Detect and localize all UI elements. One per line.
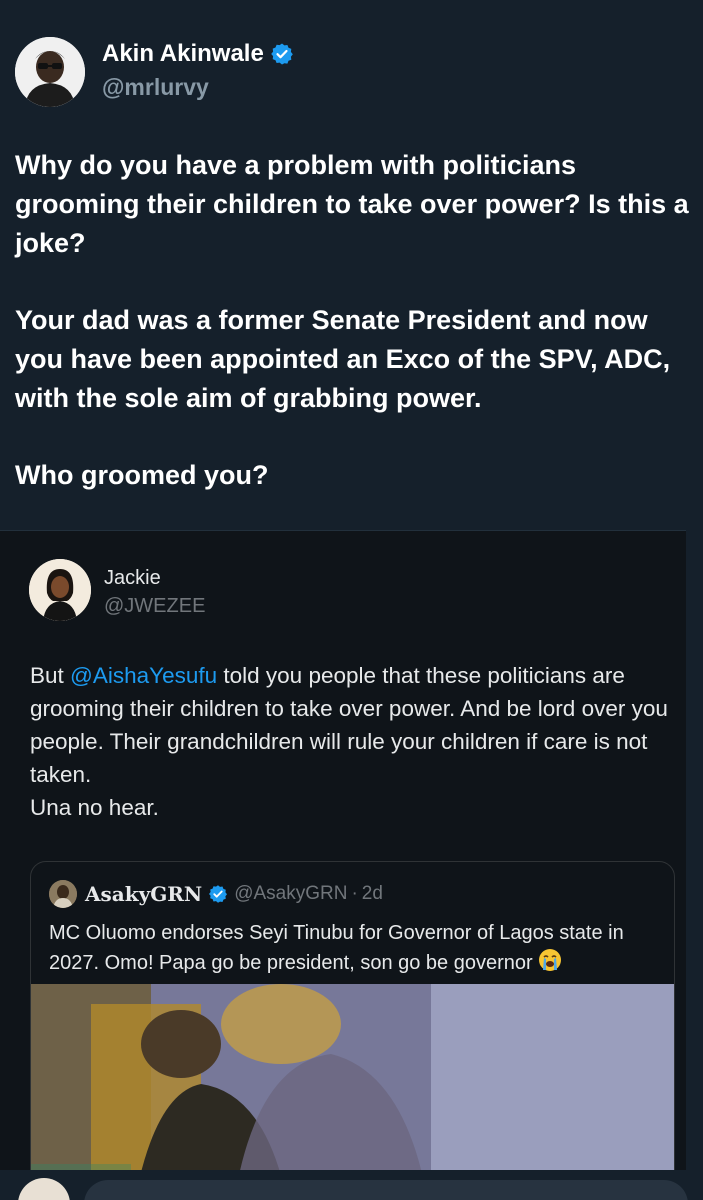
verified-badge-icon xyxy=(271,43,293,65)
loudly-crying-face-icon xyxy=(539,949,562,971)
nested-quote-card[interactable]: AsakyGRN @AsakyGRN · 2d MC Oluomo endors… xyxy=(30,861,675,1200)
nested-author-name[interactable]: AsakyGRN xyxy=(85,882,202,906)
author-avatar[interactable] xyxy=(15,37,85,107)
reply-bar xyxy=(0,1170,703,1200)
reply-input[interactable] xyxy=(84,1180,688,1200)
nested-quote-header: AsakyGRN @AsakyGRN · 2d xyxy=(49,880,383,908)
tweet-paragraph: Who groomed you? xyxy=(15,460,269,490)
nested-author-handle[interactable]: @AsakyGRN xyxy=(234,883,347,905)
quoted-tweet-card[interactable]: Jackie @JWEZEE But @AishaYesufu told you… xyxy=(0,530,686,1200)
nested-timestamp[interactable]: 2d xyxy=(362,883,383,905)
quoted-author-avatar[interactable] xyxy=(29,559,91,621)
quoted-author-name[interactable]: Jackie xyxy=(104,567,161,590)
nested-author-avatar[interactable] xyxy=(49,880,77,908)
verified-badge-icon xyxy=(209,885,228,903)
quoted-author-handle[interactable]: @JWEZEE xyxy=(104,595,205,618)
author-avatar-image xyxy=(15,37,85,107)
tweet-body: Why do you have a problem with politicia… xyxy=(15,146,690,533)
mention-link[interactable]: @AishaYesufu xyxy=(70,663,217,688)
quoted-author-avatar-image xyxy=(29,559,91,621)
nested-quote-text: MC Oluomo endorses Seyi Tinubu for Gover… xyxy=(49,918,659,978)
author-name[interactable]: Akin Akinwale xyxy=(102,40,294,68)
video-thumbnail[interactable] xyxy=(31,984,674,1200)
author-name-text[interactable]: Akin Akinwale xyxy=(102,40,264,68)
quoted-text-last-line: Una no hear. xyxy=(30,795,159,820)
nested-author-avatar-image xyxy=(49,880,77,908)
author-handle[interactable]: @mrlurvy xyxy=(102,74,209,101)
quoted-tweet-text: But @AishaYesufu told you people that th… xyxy=(30,659,680,824)
tweet-paragraph: Your dad was a former Senate President a… xyxy=(15,305,671,413)
nested-separator: · xyxy=(351,883,358,904)
video-thumbnail-image xyxy=(31,984,674,1200)
reply-avatar xyxy=(18,1178,70,1200)
quoted-text-part: But xyxy=(30,663,71,688)
tweet-paragraph: Why do you have a problem with politicia… xyxy=(15,150,689,258)
